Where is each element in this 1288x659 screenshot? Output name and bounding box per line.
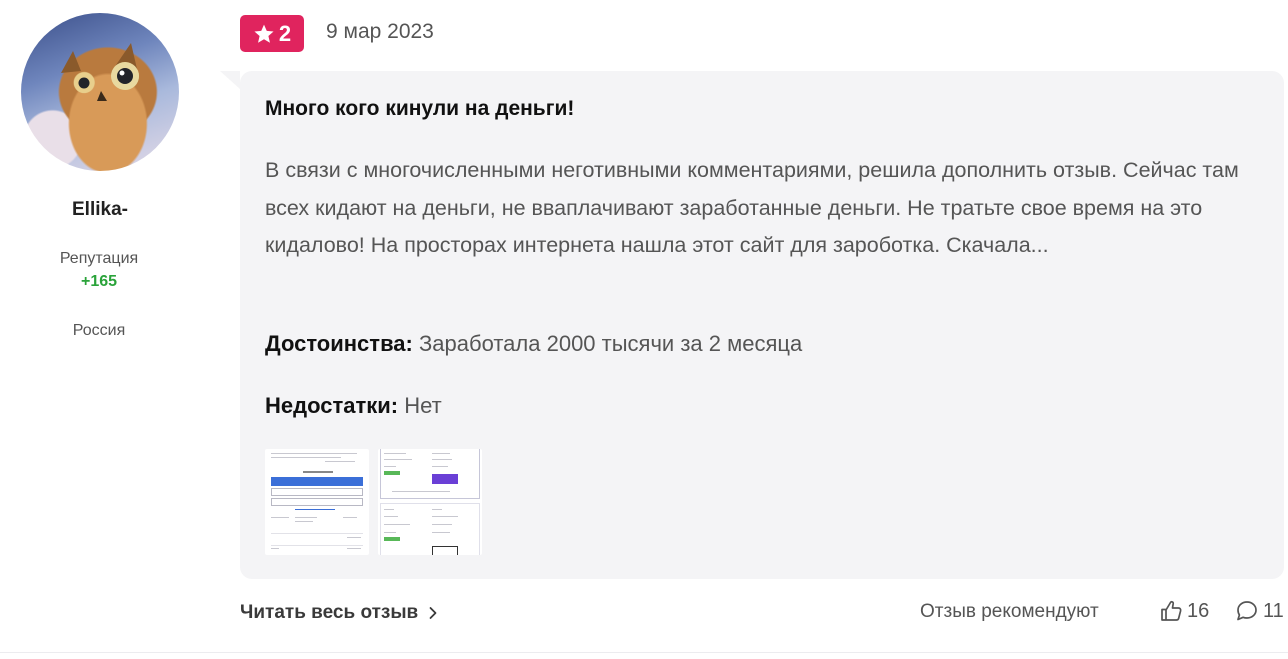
read-more-label: Читать весь отзыв	[240, 602, 419, 623]
thumbs-up-icon	[1161, 600, 1182, 621]
cons: Недостатки: Нет	[265, 393, 442, 419]
rating-badge: 2	[240, 15, 304, 52]
review-title[interactable]: Много кого кинули на деньги!	[265, 97, 574, 121]
star-icon	[254, 24, 274, 43]
chevron-right-icon	[429, 607, 437, 619]
pros-value: Заработала 2000 тысячи за 2 месяца	[419, 331, 803, 356]
cons-value: Нет	[404, 393, 442, 418]
divider	[0, 652, 1288, 653]
review-photo-2[interactable]	[378, 449, 482, 555]
likes-count: 16	[1187, 599, 1210, 622]
review-photo-1[interactable]	[265, 449, 369, 555]
read-full-review-link[interactable]: Читать весь отзыв	[240, 600, 438, 626]
like-button[interactable]: 16	[1158, 598, 1209, 624]
comments-count: 11	[1263, 599, 1284, 622]
reputation-value: +165	[80, 273, 118, 290]
card-pointer	[220, 71, 240, 89]
rating-value: 2	[278, 20, 292, 46]
avatar[interactable]	[21, 13, 179, 171]
username[interactable]: Ellika-	[0, 199, 200, 221]
recommend-label: Отзыв рекомендуют	[920, 601, 1099, 622]
reputation-label: Репутация	[59, 250, 139, 267]
review-date: 9 мар 2023	[326, 20, 434, 43]
comments-button[interactable]: 11	[1234, 598, 1284, 624]
cons-label: Недостатки:	[265, 393, 399, 418]
comment-bubble-icon	[1237, 601, 1257, 621]
user-country: Россия	[72, 322, 126, 339]
owl-avatar-icon	[61, 43, 139, 101]
review-text: В связи с многочисленными неготивными ко…	[265, 158, 1239, 257]
pros-label: Достоинства:	[265, 331, 413, 356]
pros: Достоинства: Заработала 2000 тысячи за 2…	[265, 331, 802, 357]
